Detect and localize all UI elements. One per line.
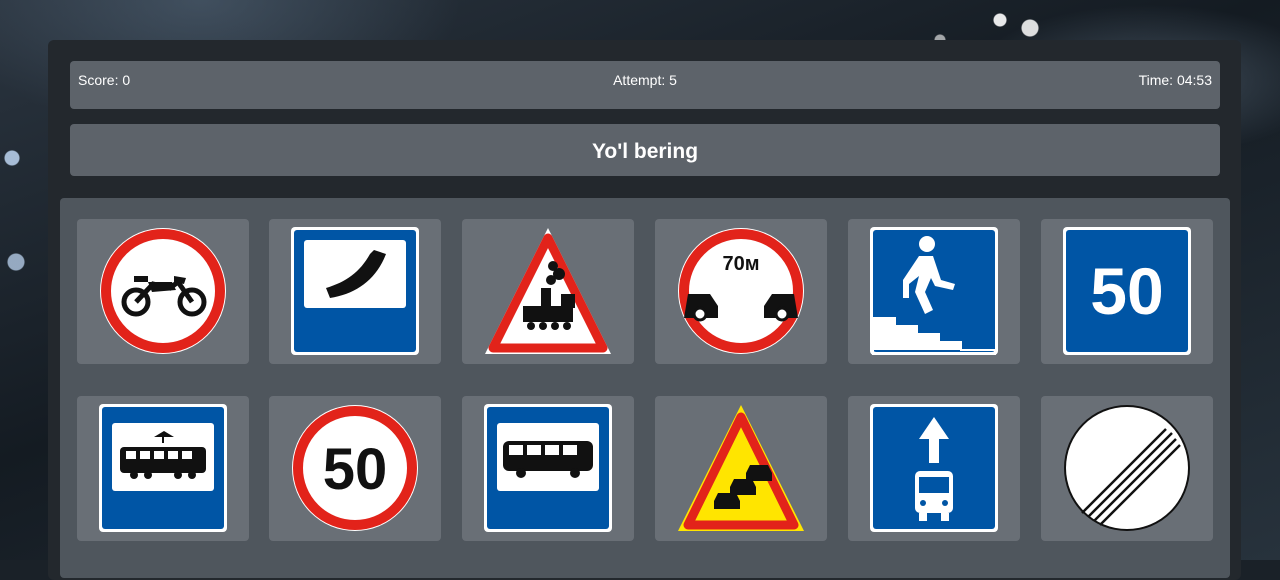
answer-tile-9[interactable]	[462, 396, 634, 541]
answer-tile-2[interactable]	[269, 219, 441, 364]
traffic-jam-sign	[678, 405, 804, 531]
question-prompt: Yo'l bering	[70, 124, 1220, 176]
answer-tile-4[interactable]: 70м	[655, 219, 827, 364]
answer-tile-3[interactable]	[462, 219, 634, 364]
tram-stop-sign	[99, 404, 227, 532]
no-motorcycles-sign	[100, 228, 226, 354]
distance-label: 70м	[722, 253, 759, 275]
answer-grid: 70м 50 50	[60, 198, 1230, 578]
underground-pedestrian-crossing-sign	[870, 227, 998, 355]
recommended-speed-sign: 50	[1063, 227, 1191, 355]
minimum-distance-sign: 70м	[678, 228, 804, 354]
answer-tile-7[interactable]	[77, 396, 249, 541]
speed-limit-sign: 50	[292, 405, 418, 531]
end-of-all-restrictions-sign	[1064, 405, 1190, 531]
attempt-label: Attempt: 5	[613, 72, 677, 88]
status-bar: Score: 0 Attempt: 5 Time: 04:53	[70, 61, 1220, 109]
answer-tile-1[interactable]	[77, 219, 249, 364]
unguarded-railway-crossing-sign	[485, 228, 611, 354]
answer-tile-12[interactable]	[1041, 396, 1213, 541]
answer-tile-10[interactable]	[655, 396, 827, 541]
speed-limit-label: 50	[323, 437, 388, 502]
bus-lane-sign	[870, 404, 998, 532]
answer-tile-6[interactable]: 50	[1041, 219, 1213, 364]
speed-label: 50	[1090, 254, 1163, 328]
answer-tile-8[interactable]: 50	[269, 396, 441, 541]
timer-label: Time: 04:53	[1138, 72, 1212, 88]
answer-tile-11[interactable]	[848, 396, 1020, 541]
telephone-sign	[291, 227, 419, 355]
bus-stop-sign	[484, 404, 612, 532]
answer-tile-5[interactable]	[848, 219, 1020, 364]
